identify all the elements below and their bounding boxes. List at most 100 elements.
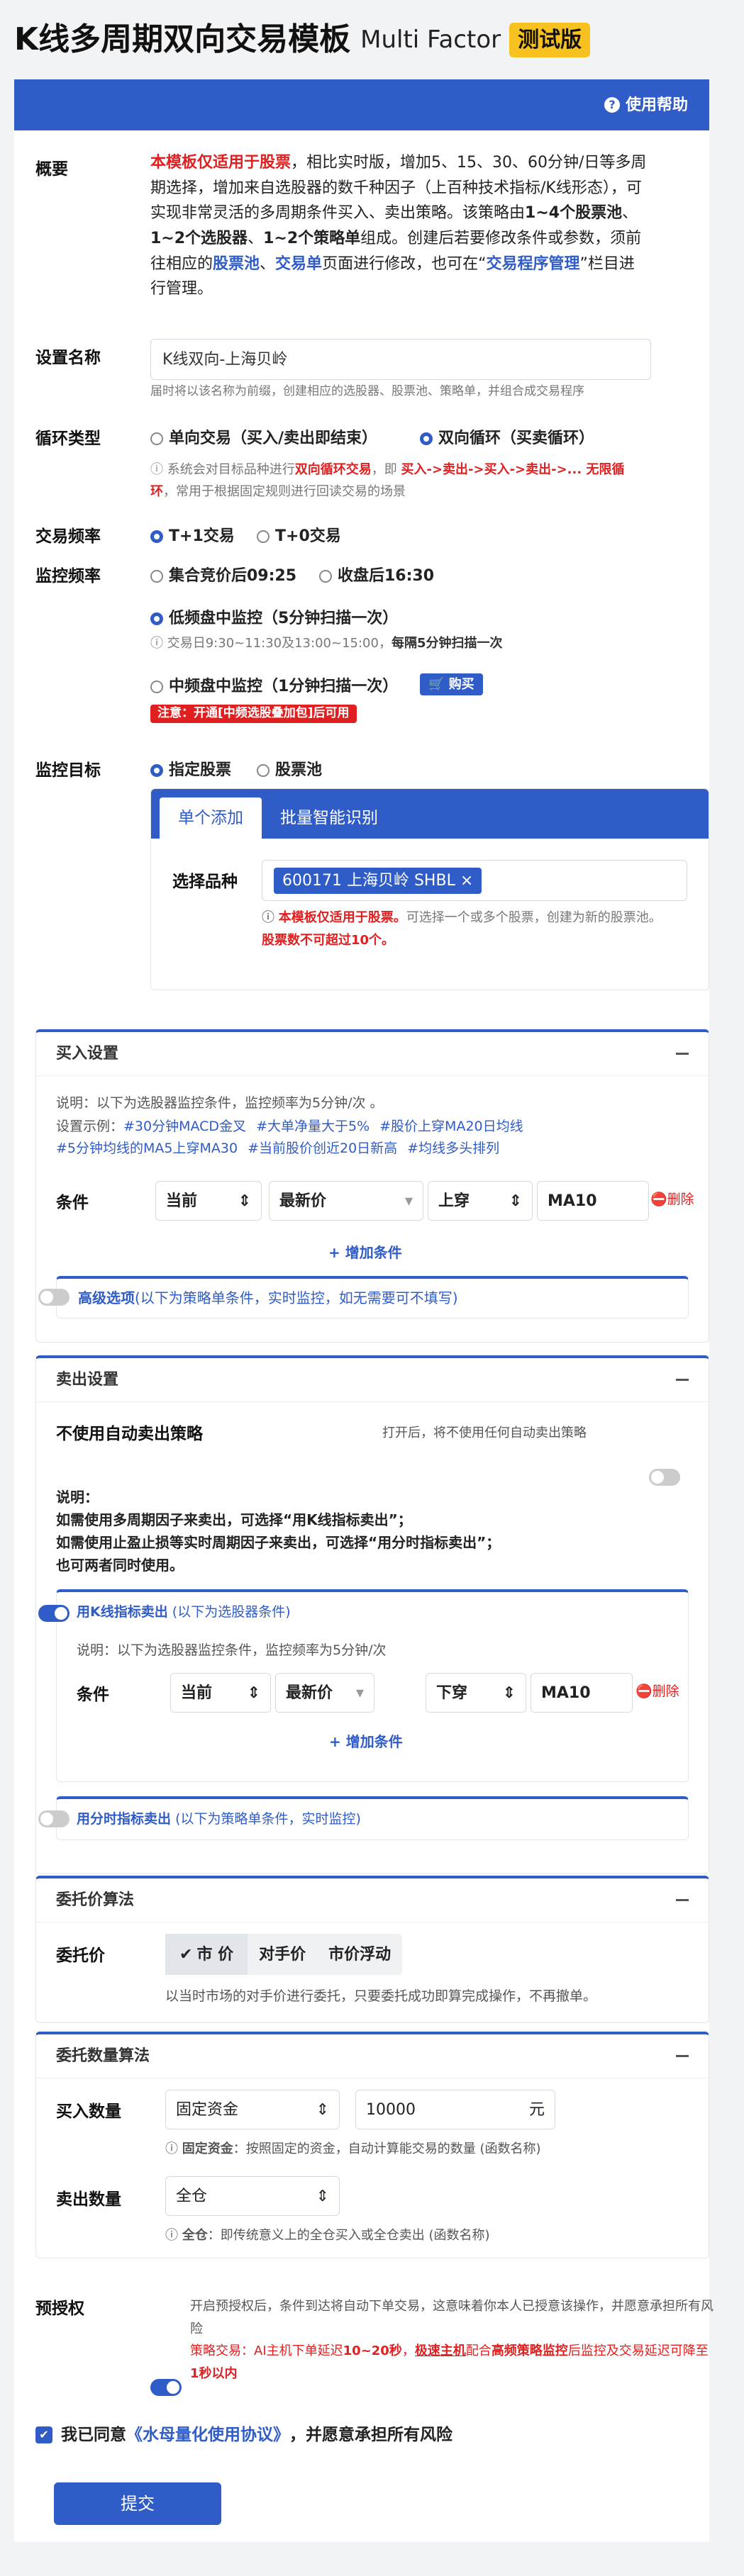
price-market-option[interactable]: ✔ 市 价	[165, 1934, 248, 1975]
loop-oneway-radio[interactable]: 单向交易（买入/卖出即结束）	[150, 427, 377, 450]
sell-period-select[interactable]: 当前 ⇕	[170, 1673, 271, 1713]
chevron-down-icon: ▾	[355, 1684, 364, 1702]
sell-op-select[interactable]: 下穿 ⇕	[426, 1673, 526, 1713]
plus-icon: +	[328, 1244, 345, 1261]
loop-twoway-radio[interactable]: 双向循环（买卖循环）	[420, 427, 594, 450]
program-manage-link[interactable]: 交易程序管理	[486, 255, 579, 273]
sell-qty-mode-select[interactable]: 全仓 ⇕	[165, 2176, 340, 2216]
price-counter-option[interactable]: 对手价	[248, 1934, 317, 1975]
chevron-down-icon: ▾	[404, 1192, 413, 1210]
preauth-text: 开启预授权后，条件到达将自动下单交易，这意味着你本人已授意该操作，并愿意承担所有…	[190, 2299, 714, 2381]
buy-qty-mode-select[interactable]: 固定资金 ⇕	[165, 2090, 340, 2129]
sell-add-condition-button[interactable]: + 增加条件	[329, 1731, 403, 1752]
updown-icon: ⇕	[247, 1684, 260, 1702]
updown-icon: ⇕	[316, 2187, 329, 2205]
collapse-icon[interactable]	[676, 2055, 689, 2057]
monitor-close-radio[interactable]: 收盘后16:30	[319, 564, 434, 588]
price-float-option[interactable]: 市价浮动	[317, 1934, 402, 1975]
freq-t1-radio[interactable]: T+1交易	[150, 525, 235, 548]
kline-desc: 说明：以下为选股器监控条件，监控频率为5分钟/次	[77, 1642, 387, 1658]
qty-section: 委托数量算法 买入数量 固定资金 ⇕ 10000 元 ⓘ 固定资金：按照固定的资金，…	[35, 2032, 709, 2258]
buy-section-title: 买入设置	[56, 1045, 119, 1063]
minute-sell-toggle[interactable]	[38, 1810, 70, 1827]
example-tag[interactable]: #股价上穿MA20日均线	[379, 1116, 523, 1138]
stock-select[interactable]: 600171 上海贝岭 SHBL ×	[262, 860, 687, 901]
advanced-label: 高级选项	[78, 1289, 135, 1306]
buy-package-button[interactable]: 🛒 购买	[420, 673, 483, 695]
test-badge: 测试版	[509, 22, 591, 57]
name-hint: 届时将以该名称为前缀，创建相应的选股器、股票池、策略单，并组合成交易程序	[150, 384, 584, 398]
advanced-toggle[interactable]	[38, 1289, 70, 1306]
tab-single-add[interactable]: 单个添加	[160, 797, 262, 839]
sell-value-input[interactable]: MA10	[531, 1673, 633, 1713]
example-tag[interactable]: #当前股价创近20日新高	[248, 1138, 397, 1160]
target-hint: ⓘ 本模板仅适用于股票。可选择一个或多个股票，创建为新的股票池。 股票数不可超过1…	[262, 910, 662, 948]
price-section: 委托价算法 委托价 ✔ 市 价 对手价 市价浮动 以当时市场的对手价进行委托，只要…	[35, 1876, 709, 2023]
help-link[interactable]: ? 使用帮助	[604, 94, 688, 117]
preauth-toggle[interactable]	[150, 2379, 182, 2396]
updown-icon: ⇕	[316, 2100, 329, 2119]
sell-qty-label: 卖出数量	[56, 2190, 121, 2209]
buy-section: 买入设置 说明：以下为选股器监控条件，监控频率为5分钟/次 。 设置示例：#30…	[35, 1029, 709, 1343]
preauth-label: 预授权	[35, 2300, 84, 2318]
target-label: 监控目标	[35, 761, 101, 780]
help-icon: ?	[604, 97, 620, 113]
example-tag[interactable]: #5分钟均线的MA5上穿MA30	[56, 1138, 238, 1160]
example-tag[interactable]: #均线多头排列	[407, 1138, 499, 1160]
buy-value-input[interactable]: MA10	[537, 1181, 649, 1221]
unit-label: 元	[528, 2100, 545, 2119]
agreement-link[interactable]: 《水母量化使用协议》	[126, 2423, 289, 2448]
noauto-label: 不使用自动卖出策略	[56, 1425, 203, 1443]
buy-cond-label: 条件	[56, 1194, 89, 1212]
example-tag[interactable]: #大单净量大于5%	[256, 1116, 370, 1138]
page-header: K线多周期双向交易模板 Multi Factor 测试版	[0, 0, 744, 79]
pool-link[interactable]: 股票池	[213, 255, 260, 273]
pick-label: 选择品种	[172, 873, 238, 891]
agree-checkbox[interactable]: ✔	[35, 2426, 52, 2444]
collapse-icon[interactable]	[676, 1053, 689, 1055]
kline-sell-toggle[interactable]	[38, 1605, 70, 1622]
buy-field-select[interactable]: 最新价 ▾	[269, 1181, 423, 1221]
qty-section-title: 委托数量算法	[56, 2047, 150, 2065]
buy-delete-button[interactable]: ⛔删除	[650, 1189, 694, 1210]
buy-qty-input[interactable]: 10000 元	[355, 2090, 555, 2129]
collapse-icon[interactable]	[676, 1899, 689, 1901]
monitor-mid-radio[interactable]: 中频盘中监控（1分钟扫描一次）	[150, 675, 398, 698]
example-tag[interactable]: #30分钟MACD金叉	[123, 1116, 246, 1138]
remove-icon: ⛔	[635, 1684, 653, 1699]
agree-row: ✔ 我已同意 《水母量化使用协议》 ，并愿意承担所有风险	[35, 2423, 452, 2448]
chip-close-icon[interactable]: ×	[460, 872, 473, 890]
target-panel: 单个添加 批量智能识别 选择品种 600171 上海贝岭 SHBL × ⓘ 本模…	[150, 788, 709, 990]
info-icon: ⓘ	[150, 636, 167, 651]
order-link[interactable]: 交易单	[275, 255, 322, 273]
monitor-auction-radio[interactable]: 集合竞价后09:25	[150, 564, 296, 588]
collapse-icon[interactable]	[676, 1379, 689, 1381]
submit-button[interactable]: 提交	[54, 2482, 221, 2525]
page-subtitle: Multi Factor	[360, 25, 501, 54]
tab-batch-recognize[interactable]: 批量智能识别	[262, 797, 396, 839]
sell-explain: 说明： 如需使用多周期因子来卖出，可选择“用K线指标卖出”； 如需使用止盈止损等实时…	[56, 1489, 501, 1574]
check-circle-icon: ✔	[179, 1945, 193, 1964]
buy-advanced-box: 高级选项(以下为策略单条件，实时监控，如无需要可不填写)	[38, 1276, 689, 1318]
sell-delete-button[interactable]: ⛔删除	[635, 1681, 679, 1702]
freq-t0-radio[interactable]: T+0交易	[257, 525, 341, 548]
monitor-label: 监控频率	[35, 567, 101, 586]
monitor-mid-note: 注意：开通[中频选股叠加包]后可用	[150, 705, 357, 723]
info-icon: ⓘ	[165, 2228, 182, 2243]
updown-icon: ⇕	[502, 1684, 516, 1702]
monitor-low-hint: ⓘ 交易日9:30~11:30及13:00~15:00，每隔5分钟扫描一次	[150, 636, 503, 651]
name-input[interactable]: K线双向-上海贝岭	[150, 339, 651, 380]
buy-op-select[interactable]: 上穿 ⇕	[428, 1181, 533, 1221]
noauto-toggle[interactable]	[649, 1469, 680, 1486]
target-stock-radio[interactable]: 指定股票	[150, 758, 231, 782]
buy-add-condition-button[interactable]: + 增加条件	[328, 1242, 402, 1263]
buy-qty-label: 买入数量	[56, 2102, 121, 2121]
price-hint: 以当时市场的对手价进行委托，只要委托成功即算完成操作，不再撤单。	[165, 1988, 597, 2004]
page-title: K线多周期双向交易模板	[14, 21, 351, 57]
sell-field-select[interactable]: 最新价 ▾	[275, 1673, 374, 1713]
target-pool-radio[interactable]: 股票池	[257, 758, 322, 782]
monitor-low-radio[interactable]: 低频盘中监控（5分钟扫描一次）	[150, 607, 398, 630]
cart-icon: 🛒	[428, 677, 449, 692]
buy-period-select[interactable]: 当前 ⇕	[155, 1181, 262, 1221]
sell-section: 卖出设置 不使用自动卖出策略 打开后，将不使用任何自动卖出策略 说明： 如需使用多…	[35, 1355, 709, 1874]
